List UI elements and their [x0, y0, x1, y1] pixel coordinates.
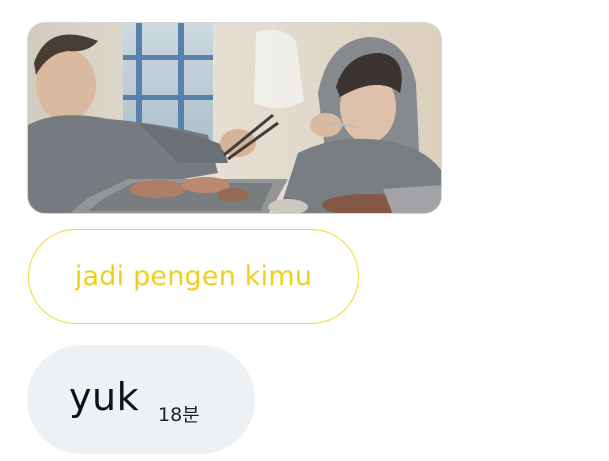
message-timestamp: 18분	[158, 404, 200, 426]
message-bubble-outlined[interactable]: jadi pengen kimu	[28, 229, 359, 324]
shared-photo[interactable]	[27, 22, 442, 214]
message-bubble-filled[interactable]: yuk 18분	[27, 345, 255, 454]
photo-image	[28, 23, 441, 213]
message-text: jadi pengen kimu	[74, 261, 313, 292]
message-text: yuk	[69, 375, 140, 419]
